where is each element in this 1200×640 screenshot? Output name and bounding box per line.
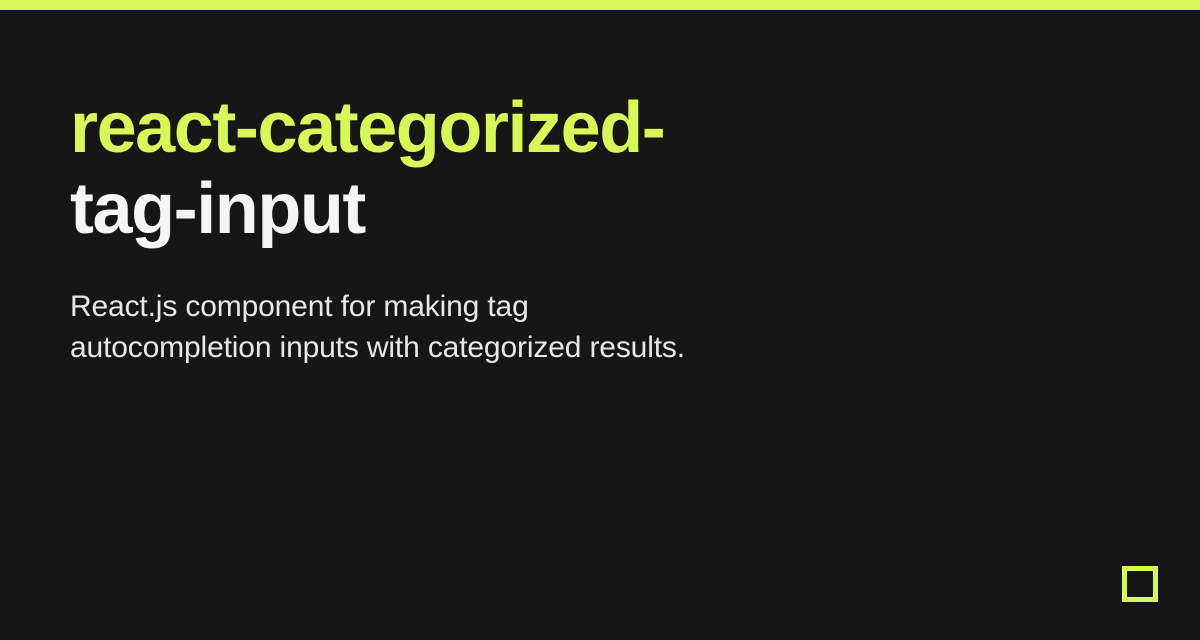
- title-rest-part: tag-input: [70, 169, 365, 249]
- package-description: React.js component for making tag autoco…: [70, 287, 690, 368]
- title-highlight-part: react-categorized-: [70, 88, 664, 168]
- square-icon: [1122, 566, 1158, 602]
- package-title: react-categorized-tag-input: [70, 88, 690, 249]
- accent-top-bar: [0, 0, 1200, 10]
- content-area: react-categorized-tag-input React.js com…: [0, 10, 760, 368]
